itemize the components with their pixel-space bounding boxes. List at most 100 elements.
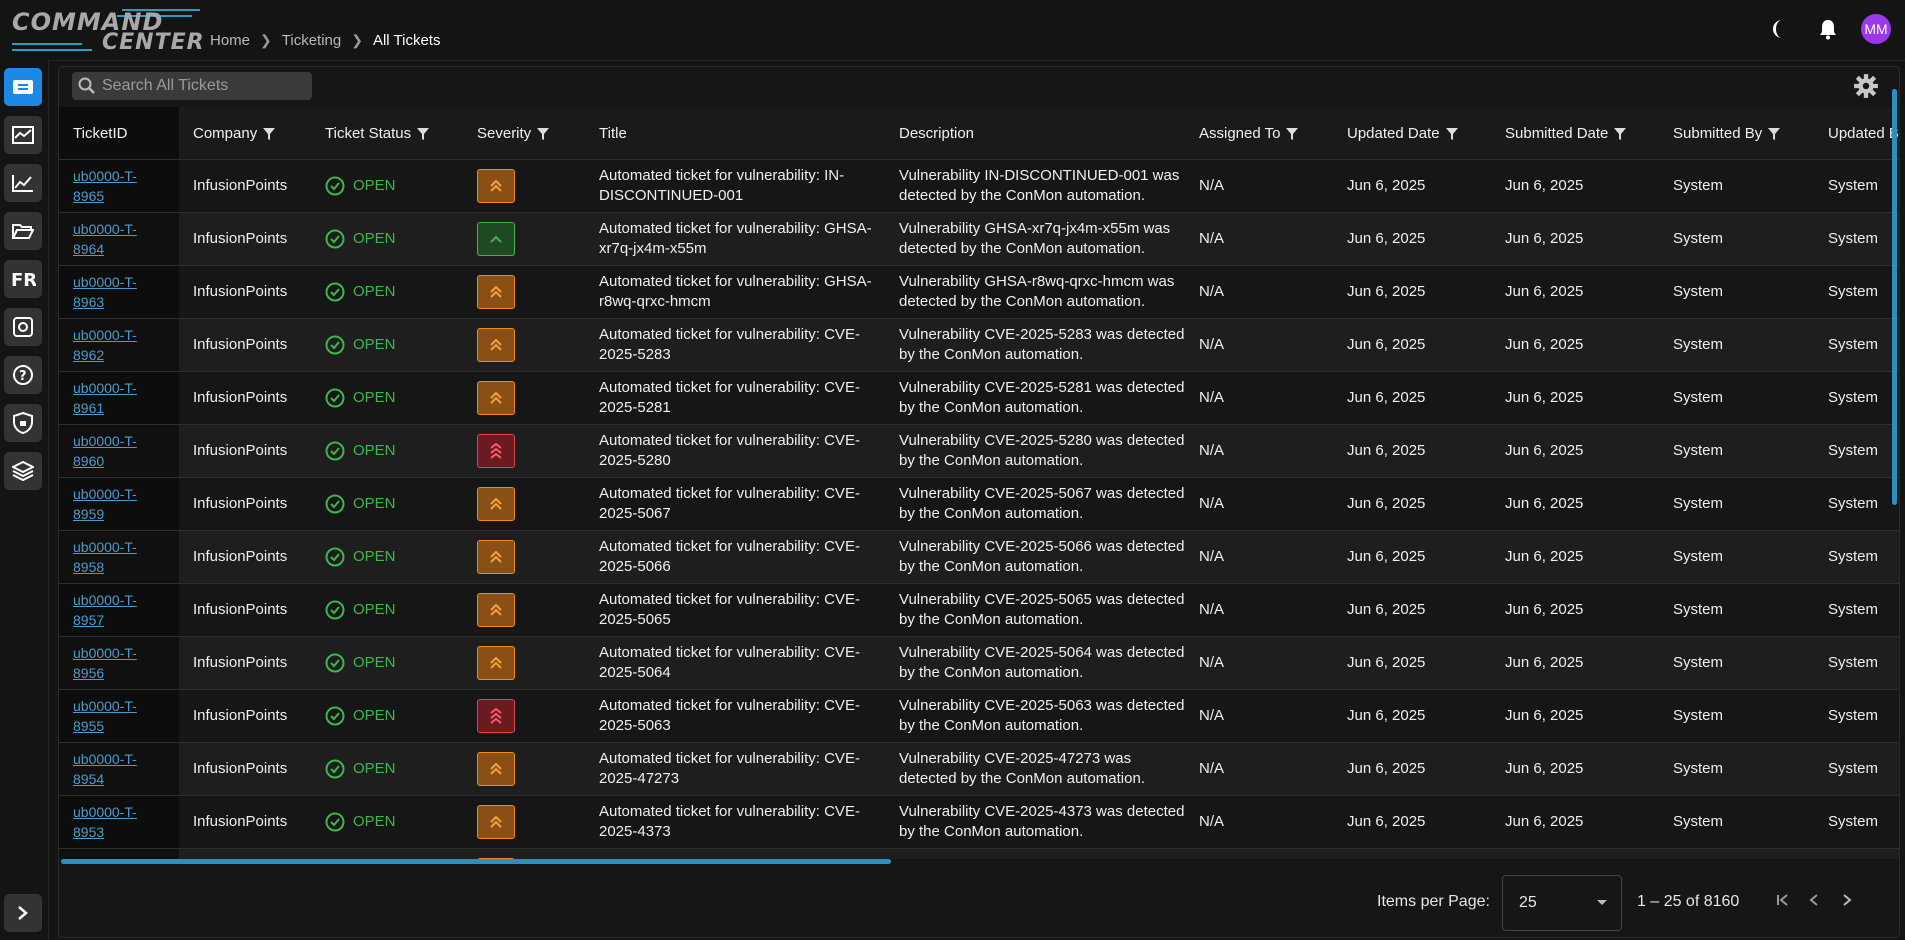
ticket-id-link-number[interactable]: 8965: [73, 186, 179, 206]
dark-mode-icon[interactable]: [1769, 16, 1795, 42]
table-row[interactable]: ub0000-T- 8958 InfusionPoints OPEN Automated…: [59, 530, 1899, 584]
ticket-id-link[interactable]: ub0000-T-: [73, 802, 179, 822]
ticket-id-link[interactable]: ub0000-T-: [73, 378, 179, 398]
double-chevron-up-icon: [490, 497, 502, 510]
ticket-id-link-number[interactable]: 8964: [73, 239, 179, 259]
severity-cell: [463, 371, 585, 425]
ticket-id-link[interactable]: ub0000-T-: [73, 219, 179, 239]
table-row[interactable]: ub0000-T- 8964 InfusionPoints OPEN Automated…: [59, 212, 1899, 266]
ticket-id-link-number[interactable]: 8961: [73, 398, 179, 418]
sidebar-item-help[interactable]: ?: [4, 356, 42, 394]
ticket-id-link-number[interactable]: 8954: [73, 769, 179, 789]
first-page-button[interactable]: [1773, 889, 1793, 911]
filter-icon[interactable]: [417, 127, 430, 140]
ticket-id-link[interactable]: ub0000-T-: [73, 431, 179, 451]
sidebar-item-fedramp[interactable]: FR: [4, 260, 42, 298]
settings-gear-icon[interactable]: [1853, 73, 1879, 99]
description-cell: Vulnerability IN-DISCONTINUED-001 was det…: [885, 159, 1185, 213]
col-ticket-status[interactable]: Ticket Status: [311, 107, 463, 160]
severity-cell: [463, 583, 585, 637]
ticket-id-link-number[interactable]: 8960: [73, 451, 179, 471]
ticket-id-link-number[interactable]: 8959: [73, 504, 179, 524]
ticket-id-link-number[interactable]: 8958: [73, 557, 179, 577]
sidebar-item-dashboard[interactable]: [4, 116, 42, 154]
col-company[interactable]: Company: [179, 107, 311, 160]
breadcrumb-home[interactable]: Home: [210, 32, 250, 49]
sidebar-item-analytics[interactable]: [4, 164, 42, 202]
ticket-id-link[interactable]: ub0000-T-: [73, 272, 179, 292]
table-row[interactable]: ub0000-T- 8953 InfusionPoints OPEN Automated…: [59, 795, 1899, 849]
severity-badge: [477, 646, 515, 680]
title-cell: Automated ticket for vulnerability: CVE-: [585, 848, 885, 859]
col-ticket-id[interactable]: TicketID: [59, 107, 179, 160]
ticket-id-cell: ub0000-T- 8964: [59, 212, 179, 266]
col-label: Assigned To: [1199, 124, 1281, 142]
table-row[interactable]: ub0000-T- 8963 InfusionPoints OPEN Automated…: [59, 265, 1899, 319]
check-circle-icon: [325, 759, 345, 779]
double-chevron-up-icon: [490, 338, 502, 351]
table-row[interactable]: ub0000-T- 8959 InfusionPoints OPEN Automated…: [59, 477, 1899, 531]
bell-icon[interactable]: [1815, 16, 1841, 42]
table-row[interactable]: ub0000-T- 8962 InfusionPoints OPEN Automated…: [59, 318, 1899, 372]
ticket-id-cell: ub0000-T- 8958: [59, 530, 179, 584]
col-severity[interactable]: Severity: [463, 107, 585, 160]
filter-icon[interactable]: [263, 127, 276, 140]
horizontal-scrollbar[interactable]: [61, 859, 891, 864]
col-description[interactable]: Description: [885, 107, 1185, 160]
col-submitted-by[interactable]: Submitted By: [1659, 107, 1814, 160]
assigned-to-cell: [1185, 848, 1333, 859]
table-row[interactable]: ub0000-T- 8961 InfusionPoints OPEN Automated…: [59, 371, 1899, 425]
ticket-id-link-number[interactable]: 8962: [73, 345, 179, 365]
sidebar-item-files[interactable]: [4, 212, 42, 250]
table-row[interactable]: ub0000-T- 8956 InfusionPoints OPEN Automated…: [59, 636, 1899, 690]
next-page-button[interactable]: [1837, 889, 1857, 911]
ticket-id-link[interactable]: ub0000-T-: [73, 590, 179, 610]
filter-icon[interactable]: [1445, 127, 1458, 140]
description-line1: Vulnerability GHSA-xr7q-jx4m-x55m was: [899, 220, 1171, 237]
ticket-id-link[interactable]: ub0000-T-: [73, 643, 179, 663]
search-box[interactable]: [72, 72, 312, 100]
table-row[interactable]: ub0000-T- 8957 InfusionPoints OPEN Automated…: [59, 583, 1899, 637]
ticket-id-link-number[interactable]: 8955: [73, 716, 179, 736]
col-assigned-to[interactable]: Assigned To: [1185, 107, 1333, 160]
items-per-page-select[interactable]: 25: [1502, 875, 1622, 931]
app-logo[interactable]: COMMAND CENTER: [12, 8, 204, 55]
expand-sidebar-button[interactable]: [4, 894, 42, 932]
ticket-id-link[interactable]: ub0000-T-: [73, 325, 179, 345]
sidebar-item-security[interactable]: [4, 404, 42, 442]
ticket-id-link[interactable]: ub0000-T-: [73, 166, 179, 186]
ticket-id-link-number[interactable]: 8963: [73, 292, 179, 312]
col-submitted-date[interactable]: Submitted Date: [1491, 107, 1659, 160]
ticket-id-link-number[interactable]: 8953: [73, 822, 179, 842]
prev-page-button[interactable]: [1805, 889, 1825, 911]
sidebar-item-settings[interactable]: [4, 308, 42, 346]
search-input[interactable]: [100, 76, 304, 96]
sidebar-item-layers[interactable]: [4, 452, 42, 490]
col-updated-by[interactable]: Updated B: [1814, 107, 1899, 160]
ticket-id-link[interactable]: ub0000-T-: [73, 484, 179, 504]
table-row[interactable]: ub0000-T- 8965 InfusionPoints OPEN Automated…: [59, 159, 1899, 213]
table-row[interactable]: ub0000-T- 8960 InfusionPoints OPEN Automated…: [59, 424, 1899, 478]
check-circle-icon: [325, 282, 345, 302]
filter-icon[interactable]: [1286, 127, 1299, 140]
filter-icon[interactable]: [1614, 127, 1627, 140]
ticket-id-link[interactable]: ub0000-T-: [73, 749, 179, 769]
avatar[interactable]: MM: [1861, 14, 1891, 44]
table-row[interactable]: ub0000-T- Automated ticket for vulnerabil…: [59, 848, 1899, 859]
ticket-id-link-number[interactable]: 8956: [73, 663, 179, 683]
ticket-id-link[interactable]: ub0000-T-: [73, 537, 179, 557]
col-updated-date[interactable]: Updated Date: [1333, 107, 1491, 160]
col-title[interactable]: Title: [585, 107, 885, 160]
chevron-up-icon: [490, 235, 502, 243]
vertical-scrollbar[interactable]: [1892, 89, 1897, 505]
table-row[interactable]: ub0000-T- 8955 InfusionPoints OPEN Automated…: [59, 689, 1899, 743]
status-text: OPEN: [353, 230, 396, 247]
sidebar-item-tickets[interactable]: [4, 68, 42, 106]
ticket-id-link-number[interactable]: 8957: [73, 610, 179, 630]
breadcrumb-ticketing[interactable]: Ticketing: [282, 32, 341, 49]
filter-icon[interactable]: [537, 127, 550, 140]
next-page-icon: [1843, 894, 1852, 906]
filter-icon[interactable]: [1768, 127, 1781, 140]
table-row[interactable]: ub0000-T- 8954 InfusionPoints OPEN Automated…: [59, 742, 1899, 796]
ticket-id-link[interactable]: ub0000-T-: [73, 696, 179, 716]
